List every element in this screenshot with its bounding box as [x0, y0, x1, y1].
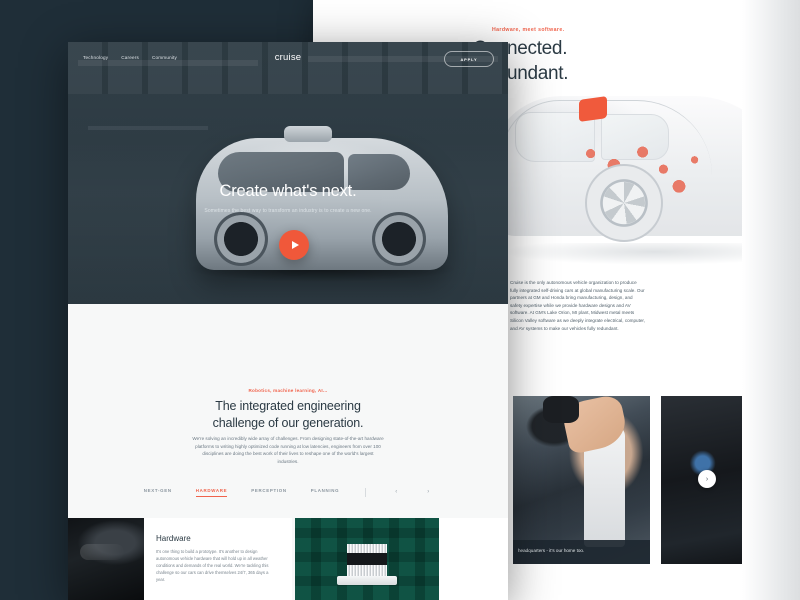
section-title-line2: challenge of our generation.: [212, 416, 364, 430]
card-hardware-heading: Hardware: [156, 534, 191, 543]
lidar-base-plate: [337, 576, 397, 585]
lidar-bottom-ribs: [347, 565, 387, 576]
section-body-text: We're solving an incredibly wide array o…: [192, 436, 384, 464]
hero-vehicle-photo: [196, 126, 448, 270]
content-section: Robotics, machine learning, AI... The in…: [68, 304, 508, 600]
card-placeholder[interactable]: [439, 518, 508, 600]
card-hardware[interactable]: Hardware It's one thing to build a proto…: [144, 518, 292, 600]
page-right-edge: [742, 0, 800, 600]
section-title-line1: The integrated engineering: [215, 399, 361, 413]
section-eyebrow: Robotics, machine learning, AI...: [248, 388, 328, 393]
xray-roof-sensor-pod: [579, 96, 607, 122]
site-navigation: Technology Careers Community cruise APPL…: [68, 42, 508, 78]
category-tabs: NEXT-GEN HARDWARE PERCEPTION PLANNING ‹ …: [68, 484, 508, 500]
screenshot-stage: Hardware, meet software. Connected. Redu…: [0, 0, 800, 600]
tabs-divider: [365, 487, 367, 497]
tabs-next-icon[interactable]: ›: [424, 489, 432, 495]
apply-button[interactable]: APPLY: [444, 51, 494, 67]
play-icon: [292, 241, 299, 249]
photo-caption-text: headquarters - it's our home too.: [518, 548, 585, 553]
xray-wheel-rear: [585, 164, 663, 242]
tab-hardware[interactable]: HARDWARE: [195, 488, 228, 497]
carousel-next-button[interactable]: ›: [698, 470, 716, 488]
hero-section: Technology Careers Community cruise APPL…: [68, 42, 508, 304]
vehicle-wheel-front: [214, 212, 268, 266]
back-panel-body-text: Cruise is the only autonomous vehicle or…: [510, 280, 645, 331]
worker-glove-shape: [543, 396, 579, 423]
card-hardware-body: It's one thing to build a prototype. It'…: [156, 549, 269, 582]
photo-caption-band: headquarters - it's our home too.: [513, 540, 650, 564]
tabs-prev-icon[interactable]: ‹: [392, 489, 400, 495]
assembly-line-photo[interactable]: headquarters - it's our home too.: [513, 396, 650, 564]
back-panel-eyebrow: Hardware, meet software.: [492, 27, 565, 33]
tab-planning[interactable]: PLANNING: [311, 488, 340, 496]
main-webpage-panel[interactable]: Technology Careers Community cruise APPL…: [68, 42, 508, 600]
back-panel-headline-line1: Connected.: [473, 38, 568, 59]
garage-beam: [88, 126, 208, 130]
cruise-logo[interactable]: cruise: [68, 52, 508, 63]
vehicle-wheel-rear: [372, 212, 426, 266]
vehicle-highlight: [80, 544, 124, 560]
tab-next-gen[interactable]: NEXT-GEN: [144, 488, 172, 496]
roof-sensor-pod: [284, 126, 332, 142]
hero-title: Create what's next.: [219, 182, 357, 200]
card-lidar-photo[interactable]: [295, 518, 439, 600]
play-video-button[interactable]: [279, 230, 309, 260]
hero-subtitle: Sometimes the best way to transform an i…: [204, 208, 372, 214]
card-dark-vehicle-photo[interactable]: [68, 518, 144, 600]
lidar-top-ribs: [347, 544, 387, 553]
cards-row: Hardware It's one thing to build a proto…: [68, 518, 508, 600]
section-title: The integrated engineering challenge of …: [68, 398, 508, 432]
xray-wheel-spokes: [603, 182, 645, 224]
tab-perception[interactable]: PERCEPTION: [251, 488, 287, 496]
